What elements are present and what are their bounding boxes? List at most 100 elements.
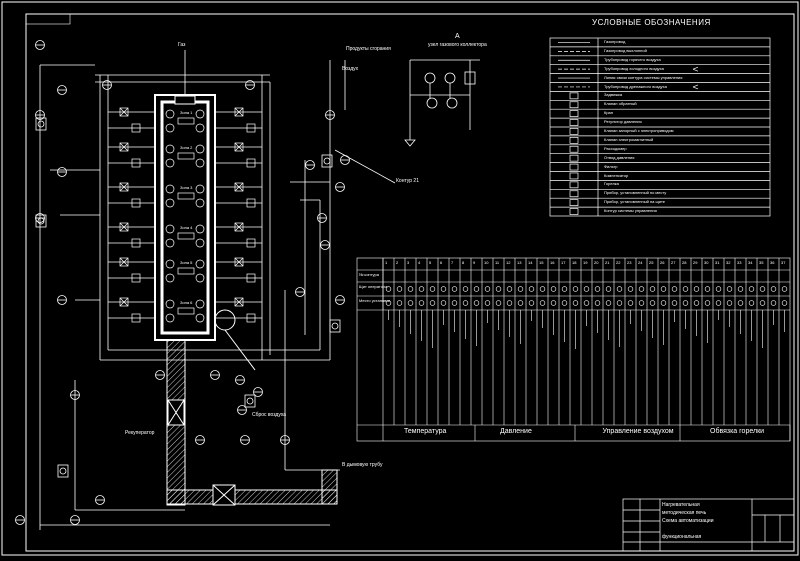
outer-frame [1, 1, 799, 556]
legend-item-label: Трубопровод горячего воздуха [604, 56, 661, 62]
table-instrument-icon [407, 300, 414, 306]
table-instrument-icon [462, 286, 469, 292]
instrument-panel-dot [37, 120, 45, 128]
table-instrument-icon [748, 286, 755, 292]
legend-item-label: Контур системы управления [604, 208, 657, 214]
title-line-2: методическая печь [662, 510, 707, 516]
table-instrument-icon [605, 286, 612, 292]
burner-icon [165, 273, 175, 283]
burner-icon [195, 123, 205, 133]
table-instrument-icon [759, 300, 766, 306]
table-column-number: 35 [759, 260, 764, 265]
table-instrument-icon [605, 300, 612, 306]
table-instrument-icon [561, 300, 568, 306]
table-instrument-icon [638, 300, 645, 306]
table-instrument-icon [528, 286, 535, 292]
burner-icon [165, 198, 175, 208]
table-column-number: 19 [583, 260, 588, 265]
control-label-num: 21 [413, 178, 419, 184]
legend-item-label: Прибор, установленный на щите [604, 199, 666, 205]
legend-item-label: Линия связи контура системы управления [604, 74, 683, 80]
table-column-number: 9 [473, 260, 476, 265]
table-instrument-icon [418, 286, 425, 292]
table-instrument-icon [759, 286, 766, 292]
table-instrument-icon [704, 286, 711, 292]
table-instrument-icon [704, 300, 711, 306]
legend-item-label: Регулятор давления [604, 119, 642, 125]
air-supply-label: Воздух [342, 66, 359, 72]
table-column-number: 16 [550, 260, 555, 265]
table-column-number: 21 [605, 260, 610, 265]
legend-item-label: Кран [604, 110, 613, 116]
table-instrument-icon [781, 286, 788, 292]
table-instrument-icon [627, 300, 634, 306]
table-instrument-icon [660, 286, 667, 292]
zone-plate [177, 117, 195, 125]
table-row-label: Щит оператора [359, 284, 388, 289]
table-column-number: 23 [627, 260, 632, 265]
legend-symbol [569, 110, 579, 118]
instrument-panel-icon [329, 319, 341, 333]
burner-icon [165, 299, 175, 309]
legend-symbol [569, 163, 579, 171]
table-instrument-icon [682, 286, 689, 292]
control-label: Контур 21 [396, 178, 419, 184]
detail-title: узел газового коллектора [428, 42, 487, 48]
burner-icon [195, 273, 205, 283]
table-column-number: 31 [715, 260, 720, 265]
instrument-panel-dot [59, 467, 67, 475]
table-column-number: 8 [462, 260, 465, 265]
title-line-1: Нагревательная [662, 502, 700, 508]
detail-letter: А [455, 33, 460, 40]
table-column-number: 1 [385, 260, 388, 265]
gas-supply-label: Газ [178, 42, 186, 48]
drawing-sheet: Условные обозначения Газопровод Газопрово… [0, 0, 800, 557]
control-label-text: Контур [396, 178, 413, 184]
table-instrument-icon [583, 286, 590, 292]
legend-symbol [569, 199, 579, 206]
table-instrument-icon [770, 300, 777, 306]
instrument-panel-dot [331, 322, 339, 330]
zone-label: Зона 6 [180, 300, 193, 305]
burner-icon [195, 299, 205, 309]
burner-icon [195, 109, 205, 119]
signal-table [356, 257, 791, 442]
furnace-lining [160, 100, 210, 335]
legend-title: Условные обозначения [592, 18, 711, 27]
table-instrument-icon [649, 300, 656, 306]
legend-item-label: Компенсатор [604, 172, 629, 178]
table-instrument-icon [418, 300, 425, 306]
table-column-number: 36 [770, 260, 775, 265]
table-instrument-icon [693, 286, 700, 292]
table-column-number: 34 [748, 260, 753, 265]
burner-icon [195, 224, 205, 234]
table-instrument-icon [715, 286, 722, 292]
table-group-label: Давление [500, 428, 532, 435]
table-instrument-icon [539, 300, 546, 306]
table-instrument-icon [506, 286, 513, 292]
table-column-number: 17 [561, 260, 566, 265]
table-column-number: 14 [528, 260, 533, 265]
stamp-box [25, 13, 71, 25]
table-column-number: 25 [649, 260, 654, 265]
burner-icon [165, 313, 175, 323]
legend-box [549, 37, 771, 217]
legend-symbol [569, 154, 579, 162]
table-instrument-icon [781, 300, 788, 306]
burner-icon [165, 238, 175, 248]
table-instrument-icon [517, 286, 524, 292]
table-column-number: 15 [539, 260, 544, 265]
table-instrument-icon [715, 300, 722, 306]
table-instrument-icon [726, 286, 733, 292]
table-instrument-icon [583, 300, 590, 306]
table-instrument-icon [550, 300, 557, 306]
zone-rows [108, 107, 262, 323]
table-row-label: Место установки [359, 298, 391, 303]
zone-label: Зона 2 [180, 145, 193, 150]
legend-symbol [569, 137, 579, 144]
table-group-label: Температура [404, 428, 447, 435]
table-column-number: 13 [517, 260, 522, 265]
legend-symbol [569, 181, 579, 189]
table-instrument-icon [440, 286, 447, 292]
legend-arrow [692, 66, 699, 70]
